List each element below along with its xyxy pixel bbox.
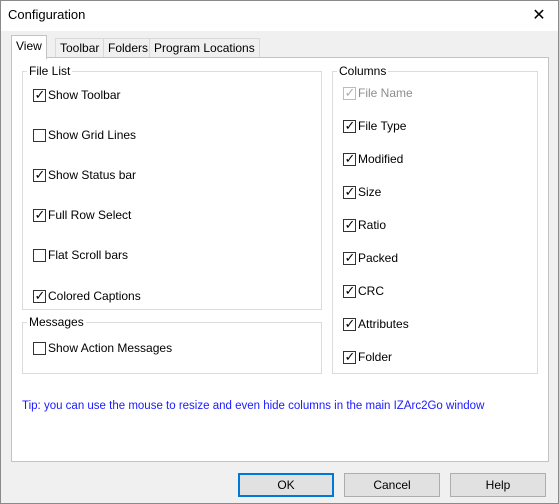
checkbox-label: File Name: [358, 86, 413, 100]
full-row-select-checkbox[interactable]: ✓ Full Row Select: [33, 206, 132, 222]
check-icon: ✓: [344, 84, 356, 100]
columns-group: Columns ✓ File Name ✓ File Type ✓ Modifi…: [332, 64, 538, 374]
checkbox-label: File Type: [358, 119, 407, 133]
messages-group: Messages Show Action Messages: [22, 315, 322, 374]
view-tab-panel: File List ✓ Show Toolbar Show Grid Lines…: [11, 57, 549, 462]
show-grid-lines-checkbox[interactable]: Show Grid Lines: [33, 128, 136, 142]
checkbox-box[interactable]: ✓: [343, 348, 356, 364]
tab-folders[interactable]: Folders: [103, 38, 154, 58]
tab-toolbar[interactable]: Toolbar: [55, 38, 105, 58]
check-icon: ✓: [344, 150, 356, 166]
check-icon: ✓: [344, 216, 356, 232]
file-list-title: File List: [27, 64, 73, 78]
checkbox-label: Show Toolbar: [48, 88, 121, 102]
checkbox-box[interactable]: [33, 128, 46, 142]
checkbox-label: Ratio: [358, 218, 387, 232]
crc-checkbox[interactable]: ✓ CRC: [343, 282, 384, 298]
checkbox-box[interactable]: ✓: [33, 166, 46, 182]
attributes-checkbox[interactable]: ✓ Attributes: [343, 315, 409, 331]
file-type-checkbox[interactable]: ✓ File Type: [343, 117, 407, 133]
modified-checkbox[interactable]: ✓ Modified: [343, 150, 404, 166]
help-button[interactable]: Help: [450, 473, 546, 497]
show-status-bar-checkbox[interactable]: ✓ Show Status bar: [33, 166, 137, 182]
checkbox-label: CRC: [358, 284, 384, 298]
ok-button[interactable]: OK: [238, 473, 334, 497]
configuration-dialog: Configuration ✕ View Toolbar Folders Pro…: [0, 0, 559, 504]
file-name-checkbox: ✓ File Name: [343, 84, 413, 100]
check-icon: ✓: [344, 348, 356, 364]
title-bar[interactable]: Configuration ✕: [1, 1, 558, 31]
ratio-checkbox[interactable]: ✓ Ratio: [343, 216, 387, 232]
checkbox-box[interactable]: ✓: [343, 117, 356, 133]
columns-title: Columns: [337, 64, 389, 78]
folder-checkbox[interactable]: ✓ Folder: [343, 348, 393, 364]
checkbox-label: Size: [358, 185, 382, 199]
checkbox-box[interactable]: [33, 248, 46, 262]
window-title: Configuration: [8, 7, 86, 22]
file-list-group: File List ✓ Show Toolbar Show Grid Lines…: [22, 64, 322, 310]
checkbox-box[interactable]: ✓: [343, 282, 356, 298]
checkbox-label: Folder: [358, 350, 393, 364]
check-icon: ✓: [344, 249, 356, 265]
checkbox-box[interactable]: ✓: [33, 287, 46, 303]
packed-checkbox[interactable]: ✓ Packed: [343, 249, 399, 265]
checkbox-box[interactable]: [33, 341, 46, 355]
flat-scroll-bars-checkbox[interactable]: Flat Scroll bars: [33, 248, 128, 262]
check-icon: ✓: [34, 287, 46, 303]
checkbox-box[interactable]: ✓: [343, 315, 356, 331]
checkbox-label: Packed: [358, 251, 399, 265]
checkbox-box: ✓: [343, 84, 356, 100]
tab-strip: View Toolbar Folders Program Locations: [11, 35, 551, 59]
check-icon: ✓: [344, 282, 356, 298]
checkbox-label: Attributes: [358, 317, 409, 331]
show-action-messages-checkbox[interactable]: Show Action Messages: [33, 341, 172, 355]
checkbox-label: Show Grid Lines: [48, 128, 137, 142]
checkbox-label: Show Action Messages: [48, 341, 173, 355]
checkbox-box[interactable]: ✓: [33, 206, 46, 222]
checkbox-box[interactable]: ✓: [33, 86, 46, 102]
tab-program-locations[interactable]: Program Locations: [149, 38, 260, 58]
check-icon: ✓: [34, 166, 46, 182]
checkbox-box[interactable]: ✓: [343, 249, 356, 265]
close-icon[interactable]: ✕: [526, 4, 552, 26]
checkbox-label: Full Row Select: [48, 208, 132, 222]
tab-view[interactable]: View: [11, 35, 47, 59]
checkbox-label: Modified: [358, 152, 404, 166]
checkbox-box[interactable]: ✓: [343, 216, 356, 232]
tip-text: Tip: you can use the mouse to resize and…: [22, 400, 485, 412]
checkbox-label: Flat Scroll bars: [48, 248, 129, 262]
colored-captions-checkbox[interactable]: ✓ Colored Captions: [33, 287, 141, 303]
size-checkbox[interactable]: ✓ Size: [343, 183, 382, 199]
check-icon: ✓: [34, 206, 46, 222]
messages-title: Messages: [27, 315, 86, 329]
checkbox-label: Show Status bar: [48, 168, 137, 182]
checkbox-label: Colored Captions: [48, 289, 141, 303]
check-icon: ✓: [34, 86, 46, 102]
check-icon: ✓: [344, 315, 356, 331]
cancel-button[interactable]: Cancel: [344, 473, 440, 497]
show-toolbar-checkbox[interactable]: ✓ Show Toolbar: [33, 86, 121, 102]
check-icon: ✓: [344, 183, 356, 199]
checkbox-box[interactable]: ✓: [343, 183, 356, 199]
checkbox-box[interactable]: ✓: [343, 150, 356, 166]
check-icon: ✓: [344, 117, 356, 133]
